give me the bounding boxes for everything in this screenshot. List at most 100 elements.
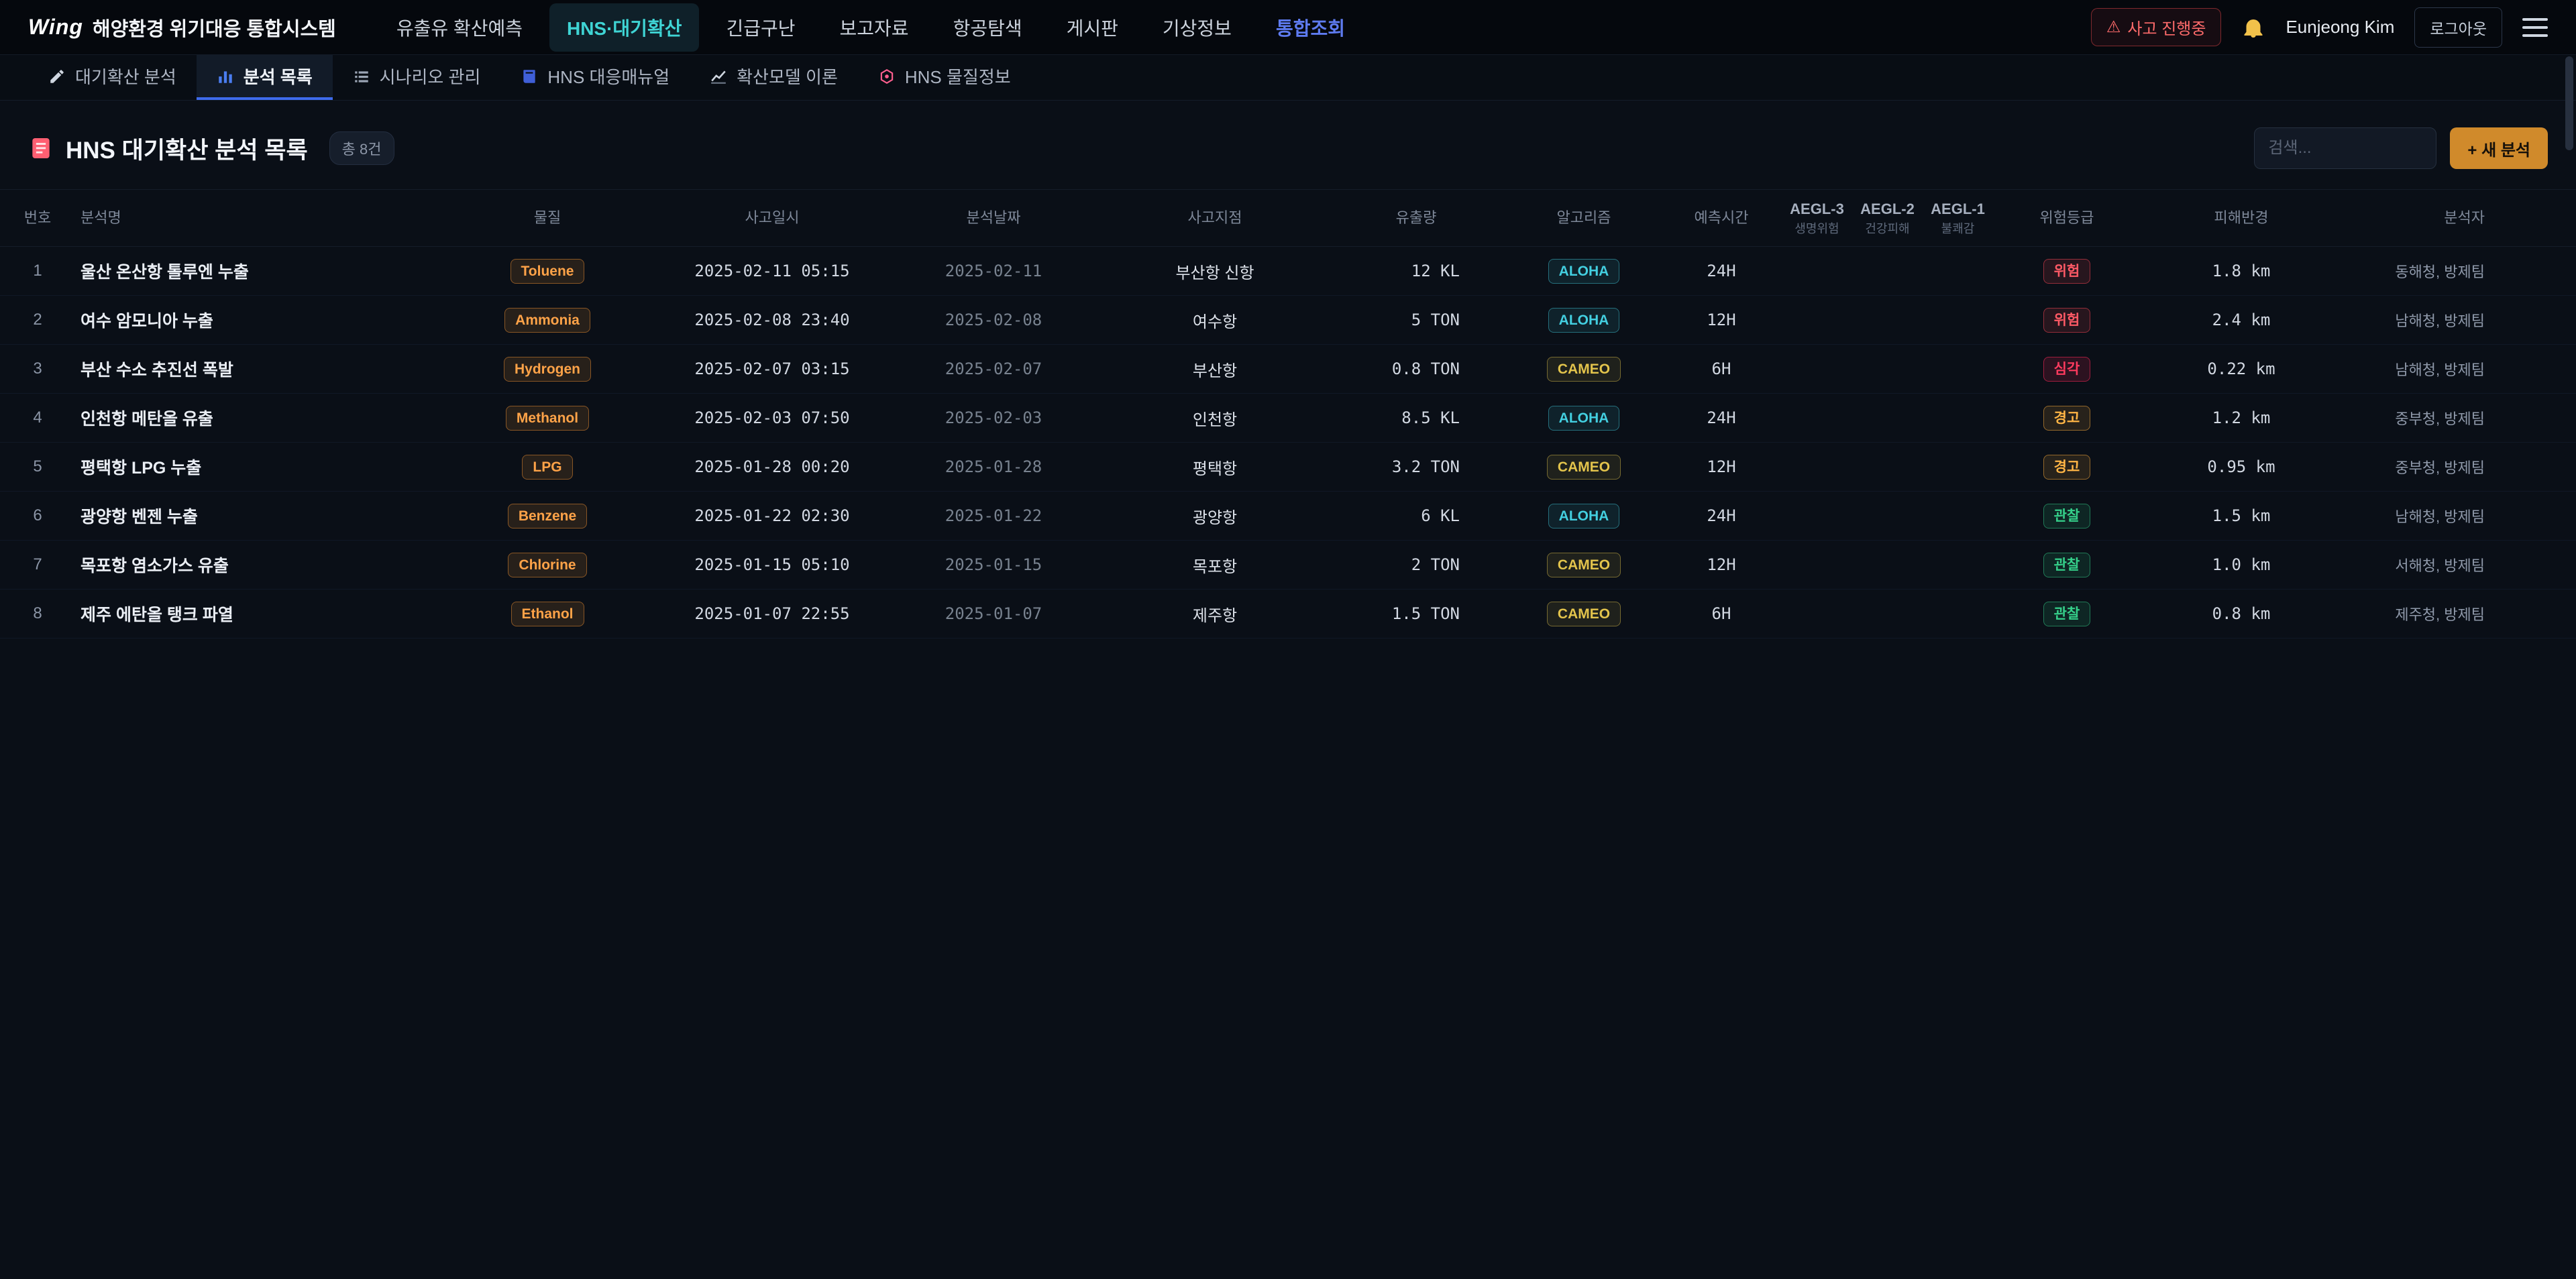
tab-diffusion-analysis[interactable]: 대기확산 분석 <box>28 55 197 100</box>
notebook-icon <box>28 135 54 161</box>
new-analysis-button[interactable]: + 새 분석 <box>2450 127 2548 169</box>
row-accident-time: 2025-01-07 22:55 <box>661 604 883 623</box>
warning-icon: ⚠ <box>2106 19 2121 36</box>
row-analyst: 제주청, 방제팀 <box>2342 603 2559 624</box>
substance-badge: Methanol <box>506 406 589 431</box>
table-header-row: 번호 분석명 물질 사고일시 분석날짜 사고지점 유출량 알고리즘 예측시간 A… <box>0 189 2576 247</box>
risk-badge: 관찰 <box>2043 553 2091 577</box>
row-amount: 5 TON <box>1326 311 1507 329</box>
table-row[interactable]: 7 목포항 염소가스 유출 Chlorine 2025-01-15 05:10 … <box>0 541 2576 590</box>
col-header-name: 분석명 <box>58 209 433 227</box>
row-analysis-date: 2025-02-03 <box>883 408 1104 427</box>
row-forecast: 12H <box>1661 311 1782 329</box>
substance-badge: Benzene <box>508 504 587 529</box>
row-accident-time: 2025-02-11 05:15 <box>661 262 883 280</box>
table-row[interactable]: 3 부산 수소 추진선 폭발 Hydrogen 2025-02-07 03:15… <box>0 345 2576 394</box>
row-analysis-date: 2025-02-11 <box>883 262 1104 280</box>
row-analyst: 남해청, 방제팀 <box>2342 358 2559 380</box>
col-header-risk: 위험등급 <box>1993 209 2141 227</box>
row-forecast: 6H <box>1661 359 1782 378</box>
list-icon <box>353 68 370 85</box>
col-header-aegl2: AEGL-2 건강피해 <box>1852 200 1923 236</box>
menu-button[interactable] <box>2522 18 2548 37</box>
col-header-accident-time: 사고일시 <box>661 209 883 227</box>
notification-bell-icon[interactable] <box>2241 15 2265 40</box>
nav-item-hns-diffusion[interactable]: HNS·대기확산 <box>549 3 699 52</box>
row-analysis-date: 2025-01-22 <box>883 506 1104 525</box>
algorithm-badge: ALOHA <box>1548 406 1620 431</box>
tab-label: 분석 목록 <box>244 64 313 89</box>
row-name: 목포항 염소가스 유출 <box>58 553 433 577</box>
nav-item-emergency-rescue[interactable]: 긴급구난 <box>708 3 812 52</box>
row-radius: 0.22 km <box>2141 359 2342 378</box>
search-input[interactable] <box>2254 127 2436 169</box>
page-header: HNS 대기확산 분석 목록 총 8건 + 새 분석 <box>0 101 2576 189</box>
row-accident-time: 2025-02-08 23:40 <box>661 311 883 329</box>
nav-item-weather-info[interactable]: 기상정보 <box>1145 3 1249 52</box>
row-radius: 1.5 km <box>2141 506 2342 525</box>
row-analyst: 남해청, 방제팀 <box>2342 309 2559 331</box>
table-body: 1 울산 온산항 톨루엔 누출 Toluene 2025-02-11 05:15… <box>0 247 2576 638</box>
substance-badge: Hydrogen <box>504 357 591 382</box>
tab-hns-response-manual[interactable]: HNS 대응매뉴얼 <box>500 55 690 100</box>
row-location: 부산항 <box>1104 357 1326 381</box>
row-name: 부산 수소 추진선 폭발 <box>58 357 433 381</box>
nav-item-oil-spill-prediction[interactable]: 유출유 확산예측 <box>379 3 540 52</box>
brand[interactable]: Wing 해양환경 위기대응 통합시스템 <box>28 13 336 42</box>
col-header-analysis-date: 분석날짜 <box>883 209 1104 227</box>
row-analysis-date: 2025-02-08 <box>883 311 1104 329</box>
top-navigation-bar: Wing 해양환경 위기대응 통합시스템 유출유 확산예측 HNS·대기확산 긴… <box>0 0 2576 55</box>
col-header-no: 번호 <box>17 209 58 227</box>
row-analysis-date: 2025-01-07 <box>883 604 1104 623</box>
table-row[interactable]: 6 광양항 벤젠 누출 Benzene 2025-01-22 02:30 202… <box>0 492 2576 541</box>
incident-status-label: 사고 진행중 <box>2127 15 2206 39</box>
row-no: 4 <box>17 408 58 427</box>
tab-scenario-management[interactable]: 시나리오 관리 <box>333 55 501 100</box>
row-amount: 0.8 TON <box>1326 359 1507 378</box>
main-nav: 유출유 확산예측 HNS·대기확산 긴급구난 보고자료 항공탐색 게시판 기상정… <box>379 3 1362 52</box>
algorithm-badge: ALOHA <box>1548 504 1620 529</box>
row-name: 울산 온산항 톨루엔 누출 <box>58 259 433 283</box>
algorithm-badge: ALOHA <box>1548 259 1620 284</box>
row-analyst: 남해청, 방제팀 <box>2342 505 2559 526</box>
brand-title: 해양환경 위기대응 통합시스템 <box>93 13 336 42</box>
table-row[interactable]: 4 인천항 메탄올 유출 Methanol 2025-02-03 07:50 2… <box>0 394 2576 443</box>
table-row[interactable]: 2 여수 암모니아 누출 Ammonia 2025-02-08 23:40 20… <box>0 296 2576 345</box>
tab-analysis-list[interactable]: 분석 목록 <box>197 55 333 100</box>
scrollbar-thumb[interactable] <box>2565 56 2573 150</box>
col-header-aegl1: AEGL-1 불쾌감 <box>1923 200 1993 236</box>
nav-item-reports[interactable]: 보고자료 <box>822 3 926 52</box>
risk-badge: 관찰 <box>2043 602 2091 626</box>
row-location: 제주항 <box>1104 602 1326 626</box>
row-no: 6 <box>17 506 58 525</box>
row-name: 여수 암모니아 누출 <box>58 308 433 332</box>
col-header-radius: 피해반경 <box>2141 209 2342 227</box>
col-header-amount: 유출량 <box>1326 209 1507 227</box>
nav-item-integrated-search[interactable]: 통합조회 <box>1258 3 1362 52</box>
table-row[interactable]: 8 제주 에탄올 탱크 파열 Ethanol 2025-01-07 22:55 … <box>0 590 2576 638</box>
algorithm-badge: CAMEO <box>1547 602 1621 626</box>
row-analysis-date: 2025-01-15 <box>883 555 1104 574</box>
row-location: 평택항 <box>1104 455 1326 479</box>
row-forecast: 12H <box>1661 457 1782 476</box>
row-no: 8 <box>17 604 58 623</box>
nav-item-board[interactable]: 게시판 <box>1049 3 1136 52</box>
nav-item-aerial-search[interactable]: 항공탐색 <box>936 3 1040 52</box>
row-accident-time: 2025-01-15 05:10 <box>661 555 883 574</box>
row-radius: 2.4 km <box>2141 311 2342 329</box>
page-title: HNS 대기확산 분석 목록 <box>66 131 308 166</box>
row-forecast: 24H <box>1661 506 1782 525</box>
table-row[interactable]: 1 울산 온산항 톨루엔 누출 Toluene 2025-02-11 05:15… <box>0 247 2576 296</box>
brand-logo: Wing <box>28 15 83 40</box>
col-header-algorithm: 알고리즘 <box>1507 209 1661 227</box>
tab-diffusion-model-theory[interactable]: 확산모델 이론 <box>690 55 858 100</box>
row-location: 여수항 <box>1104 309 1326 332</box>
tab-hns-substance-info[interactable]: HNS 물질정보 <box>858 55 1031 100</box>
table-row[interactable]: 5 평택항 LPG 누출 LPG 2025-01-28 00:20 2025-0… <box>0 443 2576 492</box>
logout-button[interactable]: 로그아웃 <box>2414 7 2502 48</box>
row-radius: 1.2 km <box>2141 408 2342 427</box>
risk-badge: 위험 <box>2043 259 2091 284</box>
tab-label: 확산모델 이론 <box>737 64 838 89</box>
row-accident-time: 2025-02-03 07:50 <box>661 408 883 427</box>
col-header-location: 사고지점 <box>1104 209 1326 227</box>
